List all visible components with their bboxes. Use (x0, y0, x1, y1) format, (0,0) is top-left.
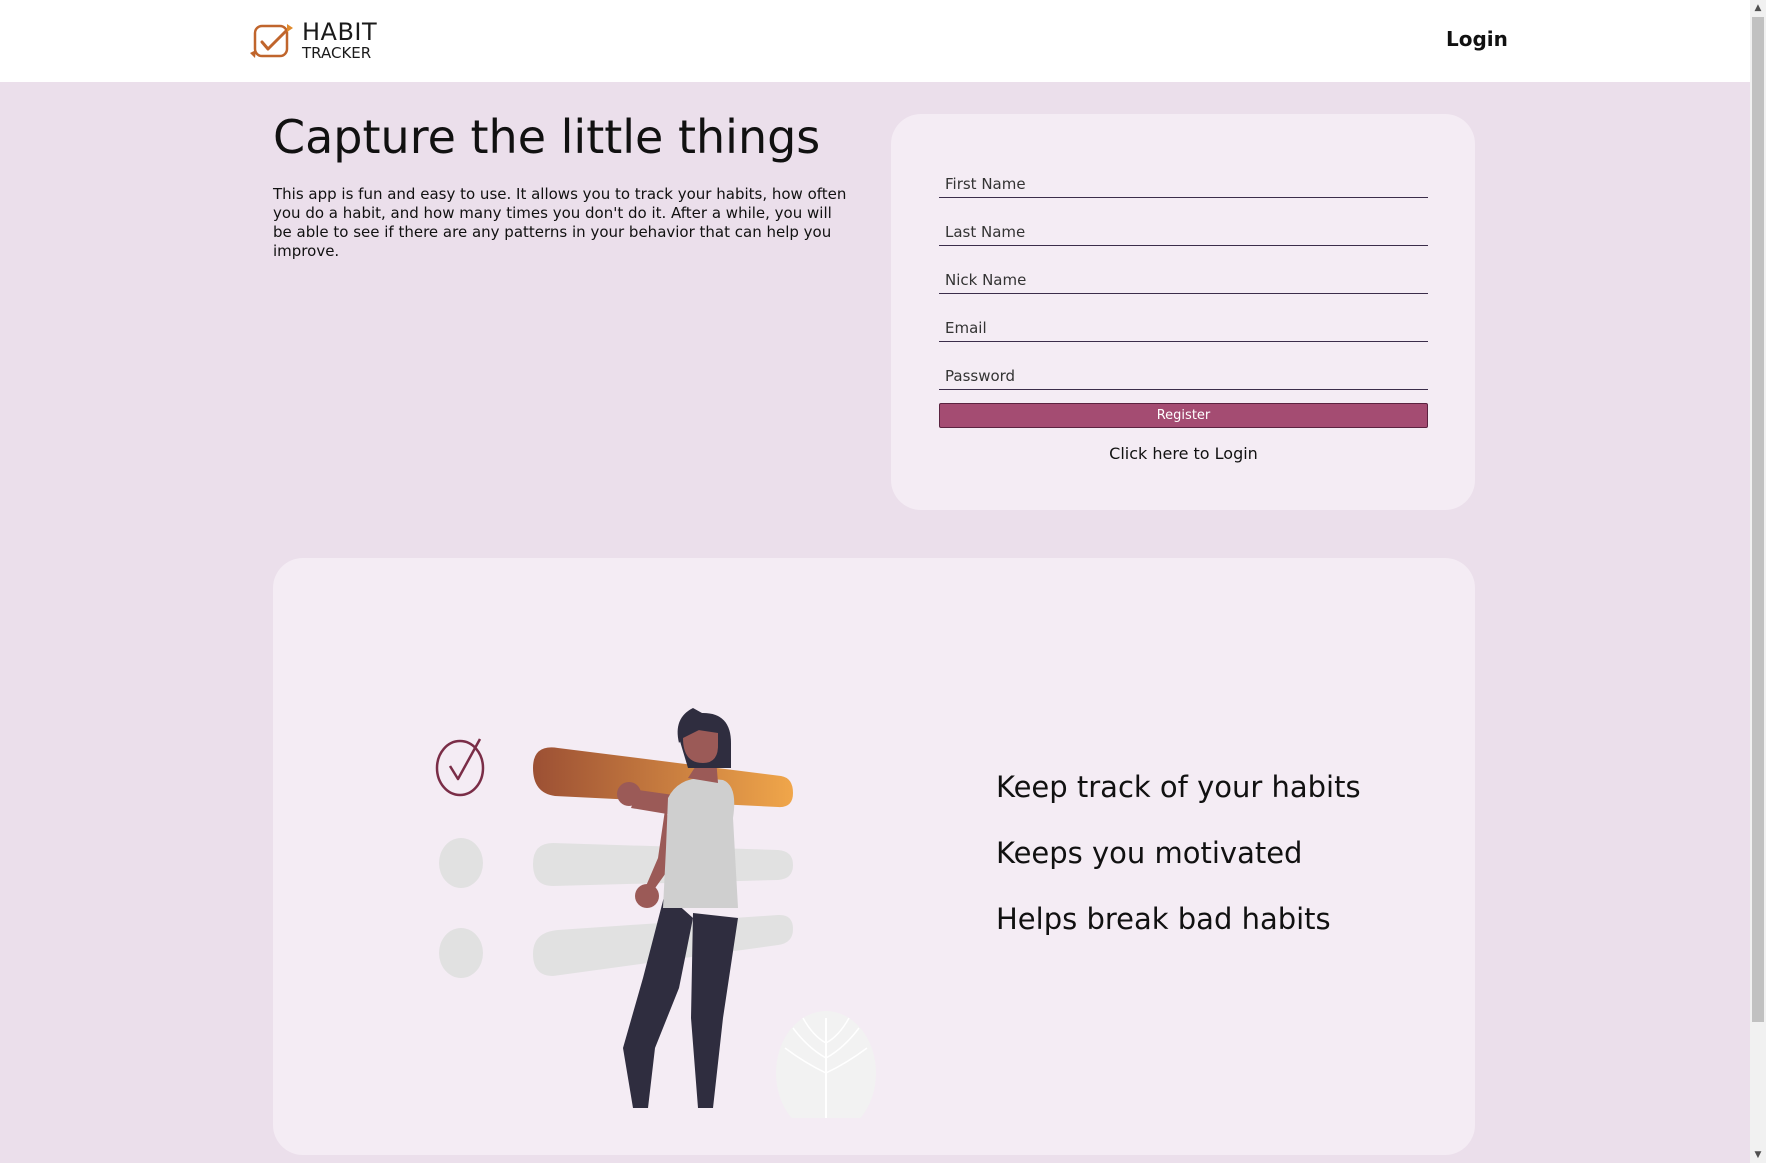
check-circle-icon (435, 738, 485, 797)
top-navbar: HABIT TRACKER Login (0, 0, 1750, 82)
scroll-up-icon[interactable]: ▲ (1750, 0, 1766, 16)
login-link[interactable]: Click here to Login (939, 444, 1428, 463)
empty-checkbox-icon (439, 838, 483, 888)
email-field[interactable] (939, 306, 1428, 342)
feature-item: Helps break bad habits (996, 902, 1331, 936)
features-card: Keep track of your habits Keeps you moti… (273, 558, 1475, 1155)
scrollbar-thumb[interactable] (1752, 17, 1764, 1022)
empty-checkbox-icon (439, 928, 483, 978)
first-name-field[interactable] (939, 162, 1428, 198)
feature-list: Keep track of your habits Keeps you moti… (996, 770, 1361, 968)
nick-name-field[interactable] (939, 258, 1428, 294)
woman-checklist-illustration (435, 708, 876, 1118)
last-name-field[interactable] (939, 210, 1428, 246)
hero-description: This app is fun and easy to use. It allo… (273, 185, 847, 260)
register-button[interactable]: Register (939, 403, 1428, 428)
password-field[interactable] (939, 354, 1428, 390)
brand-logo[interactable]: HABIT TRACKER (250, 20, 377, 61)
plant-icon (776, 1011, 876, 1118)
feature-item: Keep track of your habits (996, 770, 1361, 804)
scroll-down-icon[interactable]: ▼ (1750, 1147, 1766, 1163)
logo-title: HABIT (302, 18, 378, 46)
logo-icon (250, 23, 293, 58)
hero-title: Capture the little things (273, 110, 821, 164)
nav-login-link[interactable]: Login (1446, 27, 1508, 51)
vertical-scrollbar[interactable]: ▲ ▼ (1750, 0, 1766, 1163)
logo-subtitle: TRACKER (302, 44, 372, 62)
feature-item: Keeps you motivated (996, 836, 1303, 870)
registration-card: Register Click here to Login (891, 114, 1475, 510)
